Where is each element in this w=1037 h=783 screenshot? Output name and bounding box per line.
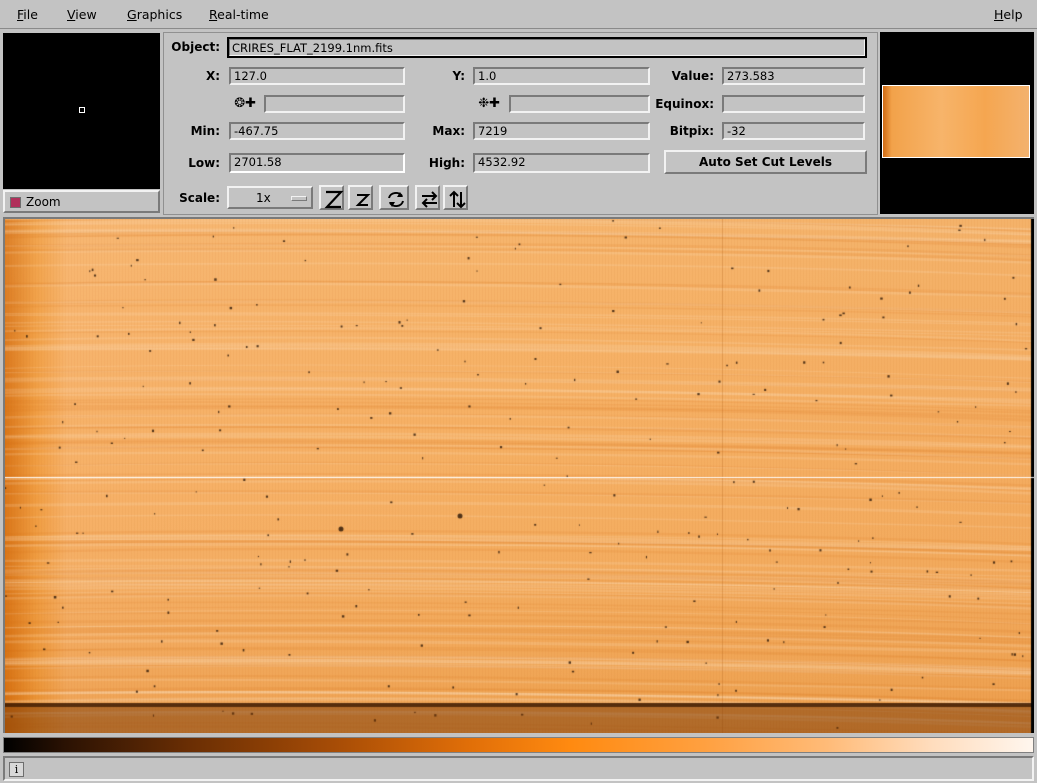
menu-graphics[interactable]: Graphics — [127, 7, 182, 22]
main-image-view[interactable] — [3, 217, 1034, 733]
value-label: Value: — [671, 69, 714, 83]
zoom-label: Zoom — [26, 195, 61, 209]
object-value: CRIRES_FLAT_2199.1nm.fits — [232, 41, 393, 55]
pan-view[interactable] — [880, 32, 1034, 214]
x-field[interactable]: 127.0 — [229, 67, 405, 85]
scale-value: 1x — [256, 191, 271, 205]
zoom-view[interactable] — [3, 33, 160, 189]
zoom-cursor-marker — [79, 107, 85, 113]
low-label: Low: — [188, 156, 220, 170]
rotate-button[interactable] — [379, 185, 409, 210]
y-field[interactable]: 1.0 — [473, 67, 650, 85]
dec-icon: ❉✚ — [478, 96, 500, 111]
high-label: High: — [428, 156, 465, 170]
value-field[interactable]: 273.583 — [722, 67, 865, 85]
object-label: Object: — [171, 40, 220, 54]
equinox-field[interactable] — [722, 95, 865, 113]
bitpix-label: Bitpix: — [669, 124, 714, 138]
auto-set-cut-levels-button[interactable]: Auto Set Cut Levels — [664, 150, 867, 174]
menu-file[interactable]: File — [17, 7, 38, 22]
min-field[interactable]: -467.75 — [229, 122, 405, 140]
high-cut-input[interactable]: 4532.92 — [473, 153, 650, 173]
info-icon: i — [9, 762, 24, 777]
scale-label: Scale: — [179, 191, 220, 205]
ra-icon: ❂✚ — [234, 96, 256, 111]
zoom-checkbox-indicator[interactable] — [10, 197, 21, 208]
bitpix-field[interactable]: -32 — [722, 122, 865, 140]
image-info-panel: Object: CRIRES_FLAT_2199.1nm.fits X: 127… — [163, 32, 878, 215]
equinox-label: Equinox: — [655, 97, 714, 111]
zoom-out-icon — [355, 194, 371, 206]
max-field[interactable]: 7219 — [473, 122, 650, 140]
ra-field[interactable] — [264, 95, 405, 113]
menu-help[interactable]: Help — [994, 7, 1023, 22]
scale-option-menu[interactable]: 1x — [227, 186, 313, 209]
rotate-icon — [388, 192, 404, 207]
x-label: X: — [205, 69, 220, 83]
y-label: Y: — [452, 69, 465, 83]
flip-x-icon — [421, 191, 438, 208]
flip-x-button[interactable] — [415, 185, 440, 210]
object-field[interactable]: CRIRES_FLAT_2199.1nm.fits — [227, 37, 867, 58]
fits-image-canvas[interactable] — [5, 219, 1034, 733]
colorbar[interactable] — [3, 737, 1034, 753]
low-cut-input[interactable]: 2701.58 — [229, 153, 405, 173]
dec-field[interactable] — [509, 95, 650, 113]
flip-y-icon — [449, 190, 466, 209]
zoom-out-button[interactable] — [348, 185, 373, 210]
min-label: Min: — [190, 124, 220, 138]
max-label: Max: — [432, 124, 465, 138]
zoom-toggle[interactable]: Zoom — [3, 190, 160, 213]
status-bar: i — [3, 756, 1034, 781]
menubar: File View Graphics Real-time Help — [0, 0, 1037, 29]
menu-view[interactable]: View — [67, 7, 97, 22]
flip-y-button[interactable] — [443, 185, 468, 210]
zoom-in-button[interactable] — [319, 185, 344, 210]
zoom-in-icon — [324, 190, 344, 209]
option-menu-indicator-icon — [291, 196, 307, 201]
pan-thumbnail[interactable] — [882, 85, 1030, 158]
menu-realtime[interactable]: Real-time — [209, 7, 269, 22]
